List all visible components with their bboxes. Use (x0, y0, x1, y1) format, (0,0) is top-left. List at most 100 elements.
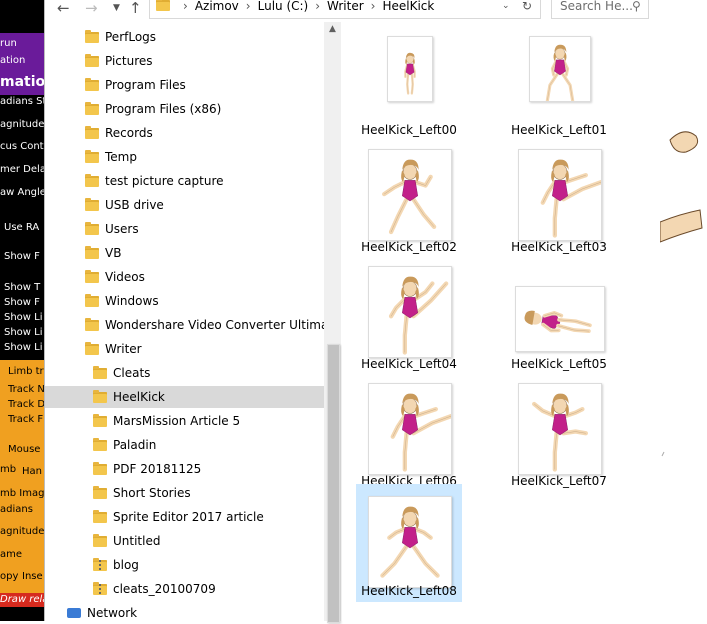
file-name-label: HeelKick_Left08 (361, 584, 457, 598)
breadcrumb[interactable]: › Azimov › Lulu (C:) › Writer › HeelKick ⌄ ↻ (149, 0, 541, 19)
file-name-label: HeelKick_Left00 (361, 123, 457, 137)
file-thumbnail-tile[interactable]: HeelKick_Left02 (356, 139, 462, 256)
nav-item-label: VB (105, 246, 122, 260)
folder-icon (93, 510, 107, 523)
breadcrumb-item[interactable]: Lulu (C:) (258, 0, 309, 13)
nav-item-label: Program Files (x86) (105, 102, 222, 116)
scroll-up-icon[interactable]: ▲ (324, 24, 341, 34)
nav-item-sprite-editor-2017-article[interactable]: Sprite Editor 2017 article (45, 506, 324, 528)
folder-icon (85, 102, 99, 115)
file-content-pane: HeelKick_Left00 HeelKick_Left01 HeelKick_L… (342, 22, 661, 621)
nav-item-pdf-20181125[interactable]: PDF 20181125 (45, 458, 324, 480)
background-app-label: agnitude (0, 526, 44, 537)
breadcrumb-item[interactable]: Azimov (195, 0, 239, 13)
breadcrumb-separator-icon: › (315, 0, 321, 13)
background-desktop-right (659, 0, 707, 621)
file-name-label: HeelKick_Left04 (361, 357, 457, 371)
nav-item-label: PerfLogs (105, 30, 157, 44)
folder-icon (85, 78, 99, 91)
nav-item-videos[interactable]: Videos (45, 266, 324, 288)
breadcrumb-item[interactable]: Writer (327, 0, 364, 13)
background-app-label: Mouse (8, 444, 41, 455)
folder-icon (93, 390, 107, 403)
file-thumbnail-tile[interactable]: HeelKick_Left01 (506, 22, 612, 139)
nav-item-marsmission-article-5[interactable]: MarsMission Article 5 (45, 410, 324, 432)
sprite-figure (532, 393, 588, 472)
navigation-scrollbar[interactable]: ▲ (324, 22, 341, 623)
background-app-label: Limb tra (8, 366, 44, 377)
image-thumbnail (515, 286, 605, 352)
file-thumbnail-tile[interactable]: HeelKick_Left05 (506, 256, 612, 373)
forward-button[interactable]: → (85, 0, 98, 17)
sprite-figure (540, 159, 601, 238)
nav-item-usb-drive[interactable]: USB drive (45, 194, 324, 216)
folder-icon (85, 294, 99, 307)
background-app-label: Show Li (4, 342, 43, 353)
nav-item-vb[interactable]: VB (45, 242, 324, 264)
background-app-label: Track F (8, 414, 44, 425)
file-thumbnail-tile[interactable]: HeelKick_Left08 (356, 484, 462, 602)
background-app-label: Draw relat (0, 594, 44, 605)
nav-item-test-picture-capture[interactable]: test picture capture (45, 170, 324, 192)
file-thumbnail-tile[interactable]: HeelKick_Left07 (506, 373, 612, 490)
file-thumbnail-tile[interactable]: HeelKick_Left04 (356, 256, 462, 373)
chevron-down-icon[interactable]: ⌄ (502, 0, 510, 14)
back-button[interactable]: ← (57, 0, 70, 17)
nav-item-blog[interactable]: blog (45, 554, 324, 576)
nav-item-label: blog (113, 558, 139, 572)
nav-item-pictures[interactable]: Pictures (45, 50, 324, 72)
navigation-pane: PerfLogs Pictures Program Files Program Fil… (45, 22, 341, 621)
nav-item-writer[interactable]: Writer (45, 338, 324, 360)
folder-icon (156, 0, 170, 11)
nav-item-cleats[interactable]: Cleats (45, 362, 324, 384)
folder-icon (85, 318, 99, 331)
sprite-figure (382, 159, 437, 235)
file-thumbnail-tile[interactable]: HeelKick_Left00 (356, 22, 462, 139)
image-thumbnail (368, 149, 452, 241)
background-app-label: Inse (22, 571, 43, 582)
nav-item-label: Writer (105, 342, 142, 356)
breadcrumb-separator-icon: › (245, 0, 251, 13)
nav-item-windows[interactable]: Windows (45, 290, 324, 312)
nav-item-records[interactable]: Records (45, 122, 324, 144)
file-thumbnail-tile[interactable]: HeelKick_Left03 (506, 139, 612, 256)
nav-item-label: Videos (105, 270, 145, 284)
nav-item-heelkick[interactable]: HeelKick (45, 386, 324, 408)
nav-item-temp[interactable]: Temp (45, 146, 324, 168)
background-app-label: Han (22, 466, 42, 477)
nav-item-users[interactable]: Users (45, 218, 324, 240)
recent-locations-button[interactable]: ▼ (113, 3, 120, 13)
file-thumbnail-tile[interactable]: HeelKick_Left06 (356, 373, 462, 490)
network-icon (67, 608, 81, 618)
breadcrumb-item[interactable]: HeelKick (382, 0, 434, 13)
nav-item-cleats-20100709[interactable]: cleats_20100709 (45, 578, 324, 600)
background-app-label: Use RA (4, 222, 40, 233)
search-input[interactable]: Search He... ⚲ (551, 0, 649, 19)
up-button[interactable]: ↑ (129, 0, 142, 17)
nav-item-untitled[interactable]: Untitled (45, 530, 324, 552)
nav-item-label: test picture capture (105, 174, 224, 188)
nav-item-short-stories[interactable]: Short Stories (45, 482, 324, 504)
sprite-figure (524, 310, 592, 333)
file-explorer-window: ← → ▼ ↑ › Azimov › Lulu (C:) › Writer › HeelKic… (44, 0, 662, 623)
folder-icon (85, 54, 99, 67)
nav-item-perflogs[interactable]: PerfLogs (45, 26, 324, 48)
file-name-label: HeelKick_Left02 (361, 240, 457, 254)
background-app-label: Show Li (4, 327, 43, 338)
background-app-label: mation (0, 74, 44, 90)
background-app-label: adians Ste (0, 96, 44, 107)
background-app-label: Show T (4, 282, 41, 293)
nav-item-program-files[interactable]: Program Files (45, 74, 324, 96)
nav-item-program-files-x86[interactable]: Program Files (x86) (45, 98, 324, 120)
nav-item-paladin[interactable]: Paladin (45, 434, 324, 456)
scrollbar-thumb[interactable] (327, 344, 340, 623)
background-app-panel: Limb tra Track N Track D Track F Mouse mb Han m… (0, 0, 44, 621)
folder-icon (93, 534, 107, 547)
refresh-icon[interactable]: ↻ (522, 0, 532, 14)
nav-item-label: HeelKick (113, 390, 165, 404)
nav-item-label: USB drive (105, 198, 164, 212)
nav-item-wondershare-video-converter-ultimate[interactable]: Wondershare Video Converter Ultimate (45, 314, 340, 336)
sprite-figure (380, 506, 440, 578)
background-app-label: opy (0, 571, 19, 582)
image-thumbnail (387, 36, 433, 102)
